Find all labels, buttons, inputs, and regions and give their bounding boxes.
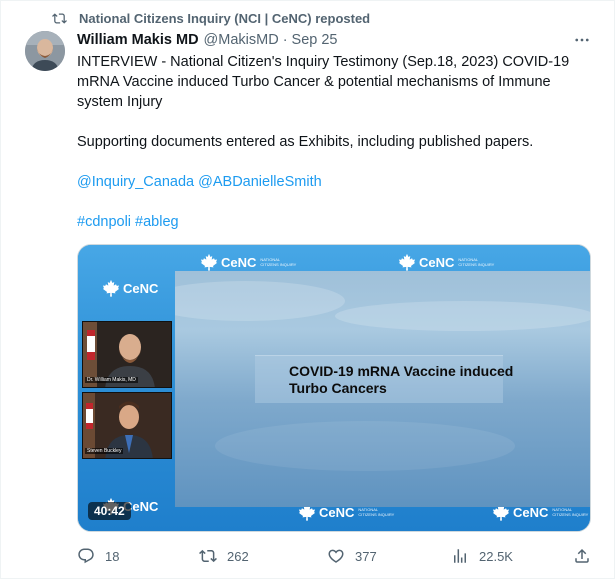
maple-leaf-icon <box>398 253 416 271</box>
mentions-line: @Inquiry_Canada @ABDanielleSmith <box>77 172 597 192</box>
maple-leaf-icon <box>102 279 120 297</box>
repost-label: National Citizens Inquiry (NCI | CeNC) r… <box>79 10 371 26</box>
like-button[interactable]: 377 <box>327 546 377 566</box>
slide-title: COVID-19 mRNA Vaccine induced Turbo Canc… <box>289 363 514 396</box>
webcam-speaker: Dr. William Makis, MD <box>82 321 172 388</box>
post-time[interactable]: Sep 25 <box>292 32 338 48</box>
like-icon <box>328 549 344 563</box>
logo-text: CeNC <box>123 280 159 296</box>
speaker-caption: Dr. William Makis, MD <box>85 377 138 383</box>
maple-leaf-icon <box>200 253 218 271</box>
tweet-text: INTERVIEW - National Citizen's Inquiry T… <box>77 52 597 252</box>
cenc-logo: CeNC NATIONAL CITIZENS INQUIRY <box>200 253 296 271</box>
author-name[interactable]: William Makis MD <box>77 32 199 48</box>
tweet-header: William Makis MD @MakisMD · Sep 25 <box>77 31 338 49</box>
logo-text: CeNC <box>221 254 257 270</box>
repost-count: 262 <box>227 548 249 564</box>
logo-subtext: NATIONAL CITIZENS INQUIRY <box>552 507 589 517</box>
cenc-logo: CeNC <box>102 279 158 297</box>
share-icon <box>575 548 589 563</box>
hashtags-line: #cdnpoli #ableg <box>77 212 597 232</box>
mention-link[interactable]: @ABDanielleSmith <box>198 174 322 190</box>
logo-subtext: NATIONAL CITIZENS INQUIRY <box>260 257 297 267</box>
tweet-paragraph: Supporting documents entered as Exhibits… <box>77 134 534 150</box>
mention-link[interactable]: @Inquiry_Canada <box>77 174 194 190</box>
action-bar: 18 262 377 22.5K <box>77 546 597 566</box>
tweet-card[interactable]: National Citizens Inquiry (NCI | CeNC) r… <box>0 0 615 579</box>
interviewer-caption: Steven Buckley <box>85 448 124 454</box>
tweet-paragraph: INTERVIEW - National Citizen's Inquiry T… <box>77 54 570 110</box>
more-icon <box>575 38 589 42</box>
views-count: 22.5K <box>479 548 513 564</box>
repost-button[interactable]: 262 <box>199 546 249 566</box>
more-button[interactable] <box>571 31 593 49</box>
share-button[interactable] <box>573 546 601 566</box>
logo-subtext: NATIONAL CITIZENS INQUIRY <box>458 257 495 267</box>
repost-icon <box>199 549 217 563</box>
reply-count: 18 <box>105 548 120 564</box>
views-icon <box>454 549 466 563</box>
hashtag-link[interactable]: #cdnpoli <box>77 214 131 230</box>
author-handle[interactable]: @MakisMD <box>204 32 279 48</box>
repost-context[interactable]: National Citizens Inquiry (NCI | CeNC) r… <box>51 9 370 27</box>
video-player[interactable]: CeNC CeNC NATIONAL CITIZENS INQUIRY CeNC… <box>77 244 591 532</box>
header-separator: · <box>282 32 288 48</box>
reply-icon <box>78 548 94 564</box>
logo-subtext: NATIONAL CITIZENS INQUIRY <box>358 507 395 517</box>
webcam-interviewer: Steven Buckley <box>82 392 172 459</box>
video-timestamp: 40:42 <box>88 502 131 520</box>
repost-icon <box>51 10 67 26</box>
presentation-slide: COVID-19 mRNA Vaccine induced Turbo Canc… <box>175 271 590 507</box>
like-count: 377 <box>355 548 377 564</box>
cenc-logo: CeNC NATIONAL CITIZENS INQUIRY <box>398 253 494 271</box>
reply-button[interactable]: 18 <box>77 546 119 566</box>
logo-text: CeNC <box>419 254 455 270</box>
views-button[interactable]: 22.5K <box>451 546 513 566</box>
avatar[interactable] <box>25 31 65 71</box>
hashtag-link[interactable]: #ableg <box>135 214 179 230</box>
